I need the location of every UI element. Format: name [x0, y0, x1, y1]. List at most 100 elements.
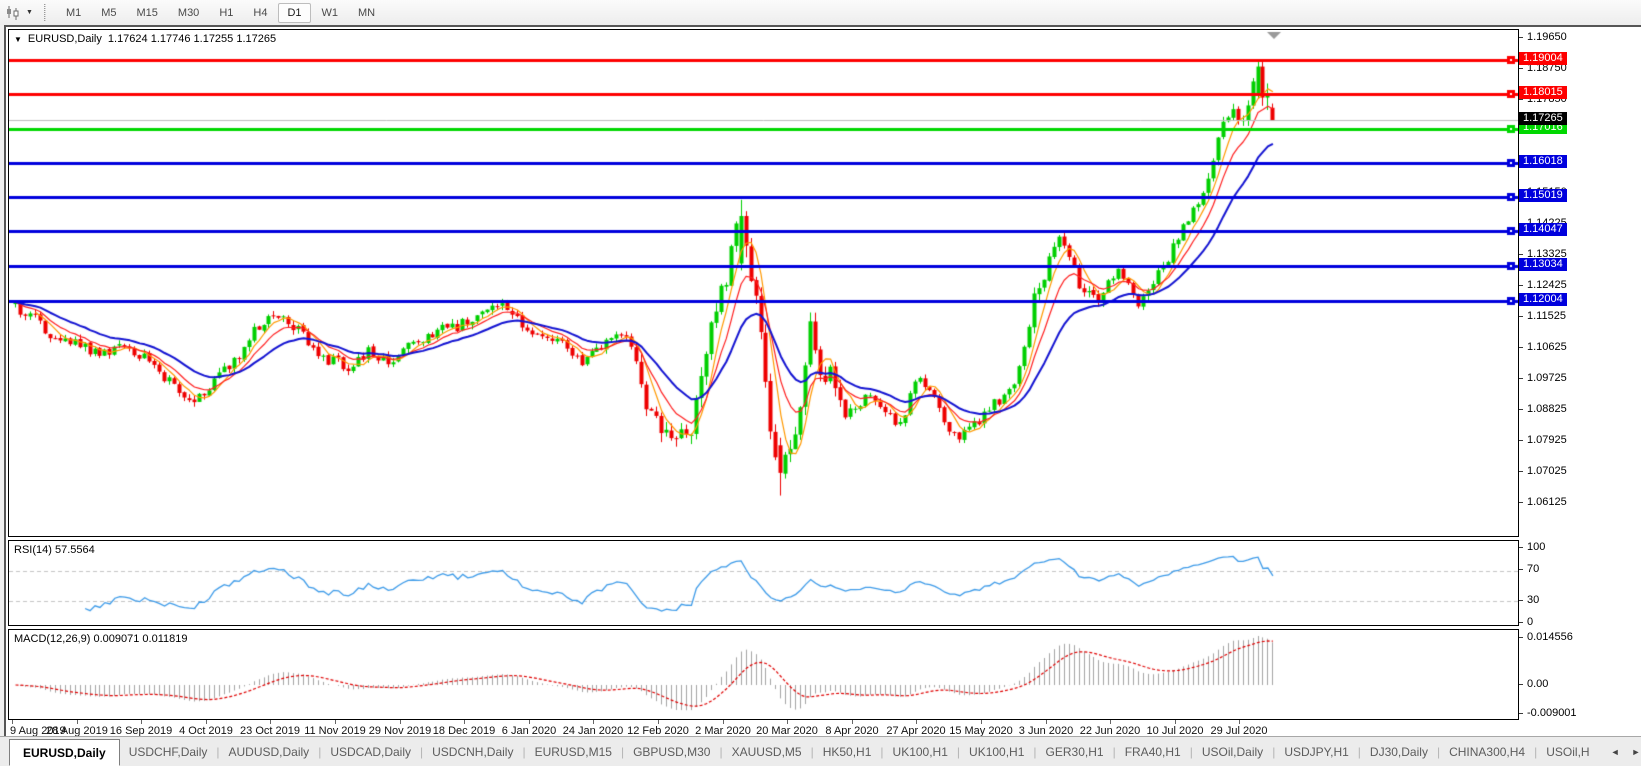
price-tick-label: 1.07025 — [1527, 465, 1567, 477]
date-tick-mark — [593, 720, 594, 724]
date-tick-mark — [270, 720, 271, 724]
timeframe-button-m30[interactable]: M30 — [169, 3, 208, 23]
macd-tick-mark — [1519, 637, 1523, 638]
price-level-badge: 1.18015 — [1519, 86, 1567, 100]
timeframe-button-mn[interactable]: MN — [349, 3, 384, 23]
rsi-tick-label: 30 — [1527, 594, 1540, 606]
rsi-tick-label: 70 — [1527, 563, 1540, 575]
date-tick-mark — [400, 720, 401, 724]
timeframe-button-m1[interactable]: M1 — [57, 3, 90, 23]
tab-scroll-right-icon[interactable]: ► — [1632, 747, 1641, 757]
chart-type-dropdown-icon[interactable]: ▼ — [26, 9, 33, 16]
price-tick-label: 1.12425 — [1527, 279, 1567, 291]
price-tick-mark — [1519, 502, 1523, 503]
price-tick-mark — [1519, 409, 1523, 410]
chart-tab-eurusd-m15[interactable]: EURUSD,M15 — [526, 737, 621, 766]
chart-tab-eurusd-daily[interactable]: EURUSD,Daily — [9, 739, 120, 766]
rsi-label: RSI(14) 57.5564 — [14, 544, 95, 556]
chart-tab-usdcad-daily[interactable]: USDCAD,Daily — [321, 737, 420, 766]
price-tick-label: 1.11525 — [1527, 310, 1566, 322]
chart-tab-audusd-daily[interactable]: AUDUSD,Daily — [220, 737, 319, 766]
chart-tab-hk50-h1[interactable]: HK50,H1 — [814, 737, 881, 766]
date-tick-mark — [852, 720, 853, 724]
macd-tick-label: -0.009001 — [1527, 707, 1577, 719]
rsi-panel: RSI(14) 57.5564 100 70 30 0 — [8, 540, 1545, 628]
price-tick-label: 1.07925 — [1527, 434, 1567, 446]
chart-tab-fra40-h1[interactable]: FRA40,H1 — [1116, 737, 1190, 766]
price-tick-label: 1.09725 — [1527, 372, 1567, 384]
tab-scroll-left-icon[interactable]: ◄ — [1611, 747, 1620, 757]
macd-axis[interactable]: 0.014556 0.00 -0.009001 — [1518, 629, 1641, 719]
collapse-icon[interactable]: ▼ — [14, 35, 22, 44]
macd-tick-mark — [1519, 684, 1523, 685]
timeframe-button-m5[interactable]: M5 — [92, 3, 125, 23]
timeframe-button-m15[interactable]: M15 — [128, 3, 167, 23]
chart-tab-dj30-daily[interactable]: DJ30,Daily — [1361, 737, 1437, 766]
chart-tab-usoil-daily[interactable]: USOil,Daily — [1193, 737, 1272, 766]
chart-tab-usdchf-daily[interactable]: USDCHF,Daily — [120, 737, 217, 766]
main-chart-panel: ▼ EURUSD,Daily 1.17624 1.17746 1.17255 1… — [8, 29, 1567, 537]
price-tick-mark — [1519, 347, 1523, 348]
price-level-badge: 1.13034 — [1519, 257, 1567, 271]
chart-title: ▼ EURUSD,Daily 1.17624 1.17746 1.17255 1… — [14, 33, 276, 45]
timeframe-button-h4[interactable]: H4 — [244, 3, 276, 23]
date-tick-mark — [1046, 720, 1047, 724]
chart-title-ohlc: 1.17624 1.17746 1.17255 1.17265 — [107, 33, 277, 45]
rsi-tick-mark — [1519, 547, 1523, 548]
price-tick-mark — [1519, 440, 1523, 441]
chart-type-icon[interactable] — [5, 5, 23, 21]
date-tick-mark — [77, 720, 78, 724]
price-tick-mark — [1519, 68, 1523, 69]
chart-window: ▼ EURUSD,Daily 1.17624 1.17746 1.17255 1… — [4, 25, 1641, 739]
chart-tab-china300-h4[interactable]: CHINA300,H4 — [1440, 737, 1534, 766]
chart-tab-gbpusd-m30[interactable]: GBPUSD,M30 — [624, 737, 719, 766]
date-tick-mark — [916, 720, 917, 724]
rsi-tick-mark — [1519, 569, 1523, 570]
date-tick-mark — [1239, 720, 1240, 724]
chart-tab-usdcnh-daily[interactable]: USDCNH,Daily — [423, 737, 522, 766]
price-tick-mark — [1519, 37, 1523, 38]
chart-tab-bar: EURUSD,Daily USDCHF,Daily | AUDUSD,Daily | US… — [0, 736, 1641, 766]
macd-tick-label: 0.00 — [1527, 678, 1549, 690]
date-tick-mark — [1175, 720, 1176, 724]
date-tick-mark — [206, 720, 207, 724]
rsi-canvas[interactable] — [9, 541, 1518, 625]
rsi-tick-mark — [1519, 600, 1523, 601]
toolbar-grip[interactable] — [43, 4, 46, 21]
date-tick-mark — [141, 720, 142, 724]
price-level-badge: 1.15019 — [1519, 189, 1567, 203]
macd-canvas[interactable] — [9, 630, 1518, 719]
price-level-badge: 1.14047 — [1519, 222, 1567, 236]
price-axis[interactable]: 1.196501.187501.178501.169501.160501.151… — [1518, 29, 1641, 535]
chart-tab-xauusd-m5[interactable]: XAUUSD,M5 — [723, 737, 811, 766]
current-price-badge: 1.17265 — [1519, 112, 1567, 126]
chart-tab-ger30-h1[interactable]: GER30,H1 — [1037, 737, 1113, 766]
price-tick-label: 1.06125 — [1527, 496, 1567, 508]
chart-tab-usdjpy-h1[interactable]: USDJPY,H1 — [1275, 737, 1357, 766]
rsi-axis[interactable]: 100 70 30 0 — [1518, 540, 1641, 628]
date-tick-mark — [464, 720, 465, 724]
date-tick-mark — [787, 720, 788, 724]
timeframe-buttons: M1 M5 M15 M30 H1 H4 D1 W1 MN — [56, 2, 385, 23]
price-level-badge: 1.12004 — [1519, 293, 1567, 307]
macd-panel: MACD(12,26,9) 0.009071 0.011819 0.014556… — [8, 629, 1577, 720]
price-tick-mark — [1519, 471, 1523, 472]
date-tick-mark — [529, 720, 530, 724]
chart-tab-uk100-h1[interactable]: UK100,H1 — [960, 737, 1033, 766]
chart-tab-uk100-h1[interactable]: UK100,H1 — [884, 737, 957, 766]
rsi-tick-label: 0 — [1527, 616, 1534, 628]
timeframe-button-d1[interactable]: D1 — [278, 2, 311, 23]
price-tick-mark — [1519, 378, 1523, 379]
date-tick-mark — [12, 720, 13, 724]
tab-scroll-controls: ◄ ► — [1599, 737, 1641, 766]
price-level-badge: 1.16018 — [1519, 155, 1567, 169]
price-chart-canvas[interactable] — [9, 30, 1518, 536]
price-tick-label: 1.08825 — [1527, 403, 1567, 415]
macd-tick-mark — [1519, 713, 1523, 714]
date-tick-mark — [723, 720, 724, 724]
timeframe-button-w1[interactable]: W1 — [313, 3, 348, 23]
price-tick-mark — [1519, 316, 1523, 317]
chart-tab-usoil-h[interactable]: USOil,H — [1537, 737, 1598, 766]
trading-terminal: ▼ M1 M5 M15 M30 H1 H4 D1 W1 MN ▼ EURUSD,Daily 1.… — [0, 0, 1641, 766]
timeframe-button-h1[interactable]: H1 — [210, 3, 242, 23]
